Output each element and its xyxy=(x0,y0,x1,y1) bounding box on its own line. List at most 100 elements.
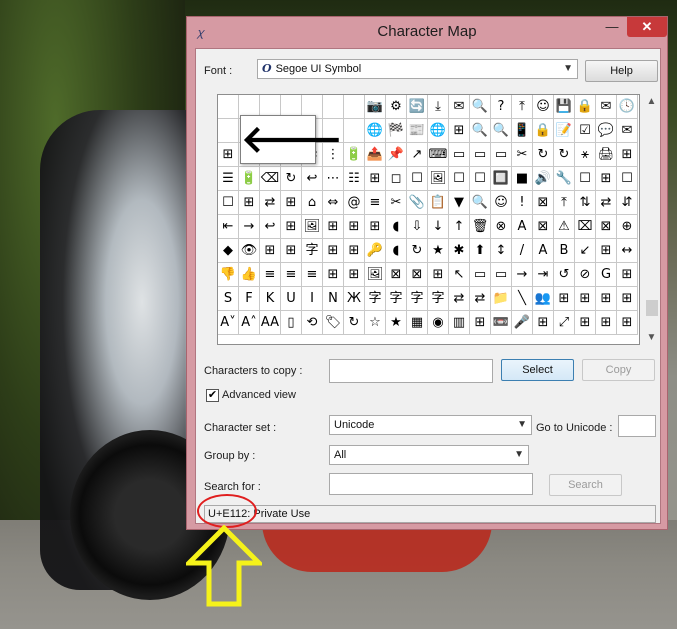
character-cell[interactable]: 字 xyxy=(386,287,407,311)
character-cell[interactable]: ⇩ xyxy=(407,215,428,239)
character-cell[interactable]: ⊞ xyxy=(260,239,281,263)
character-cell[interactable]: ⊞ xyxy=(470,311,491,335)
character-cell[interactable]: ⊞ xyxy=(596,167,617,191)
character-cell[interactable]: 🕓 xyxy=(617,95,638,119)
character-cell[interactable]: → xyxy=(239,215,260,239)
character-cell[interactable]: ▥ xyxy=(449,311,470,335)
character-cell[interactable]: ↖ xyxy=(449,263,470,287)
character-cell[interactable]: G xyxy=(596,263,617,287)
character-cell[interactable]: ⊕ xyxy=(617,215,638,239)
close-button[interactable]: ✕ xyxy=(627,17,667,37)
character-cell[interactable]: 📼 xyxy=(491,311,512,335)
character-cell[interactable]: ☐ xyxy=(218,191,239,215)
character-cell[interactable]: ⊞ xyxy=(344,239,365,263)
scroll-down-icon[interactable]: ▼ xyxy=(643,332,660,343)
character-cell[interactable]: 🖼 xyxy=(428,167,449,191)
character-cell[interactable]: ⊞ xyxy=(281,215,302,239)
character-cell[interactable]: ↗ xyxy=(407,143,428,167)
go-to-unicode-input[interactable] xyxy=(618,415,656,437)
character-cell[interactable]: 🔋 xyxy=(239,167,260,191)
character-cell[interactable]: A˅ xyxy=(218,311,239,335)
character-cell[interactable]: / xyxy=(512,239,533,263)
character-cell[interactable]: ▭ xyxy=(449,143,470,167)
character-cell[interactable]: ⌧ xyxy=(575,215,596,239)
character-cell[interactable]: 🔄 xyxy=(407,95,428,119)
character-cell[interactable]: ✂ xyxy=(386,191,407,215)
characters-to-copy-input[interactable] xyxy=(329,359,493,383)
scroll-up-icon[interactable]: ▲ xyxy=(643,96,660,107)
character-cell[interactable]: ↻ xyxy=(533,143,554,167)
character-cell[interactable]: ↑ xyxy=(449,215,470,239)
character-cell[interactable]: ↻ xyxy=(281,167,302,191)
title-bar[interactable]: ꭓ Character Map — ✕ xyxy=(187,17,667,47)
character-cell[interactable]: ⊠ xyxy=(533,215,554,239)
character-cell[interactable]: ↺ xyxy=(554,263,575,287)
character-cell[interactable]: ⤒ xyxy=(512,95,533,119)
character-cell[interactable]: ☐ xyxy=(449,167,470,191)
character-cell[interactable]: ⊞ xyxy=(365,167,386,191)
character-cell[interactable]: ☆ xyxy=(365,311,386,335)
character-set-dropdown[interactable]: Unicode ▼ xyxy=(329,415,532,435)
grid-scrollbar[interactable]: ▲ ▼ xyxy=(643,94,660,345)
character-cell[interactable]: 🔲 xyxy=(491,167,512,191)
character-cell[interactable]: ⤢ xyxy=(554,311,575,335)
character-cell[interactable]: ⊞ xyxy=(575,311,596,335)
select-button[interactable]: Select xyxy=(501,359,574,381)
character-cell[interactable]: 🔊 xyxy=(533,167,554,191)
character-cell[interactable]: ▼ xyxy=(449,191,470,215)
character-cell[interactable]: ⊞ xyxy=(281,239,302,263)
character-cell[interactable]: 📤 xyxy=(365,143,386,167)
character-cell[interactable]: ☷ xyxy=(344,167,365,191)
character-cell[interactable]: ✉ xyxy=(596,95,617,119)
character-cell[interactable]: ⇄ xyxy=(596,191,617,215)
character-cell[interactable]: A xyxy=(512,215,533,239)
character-cell[interactable]: ◻ xyxy=(386,167,407,191)
copy-button[interactable]: Copy xyxy=(582,359,655,381)
character-cell[interactable]: ◉ xyxy=(428,311,449,335)
character-cell[interactable]: ◖ xyxy=(386,215,407,239)
character-cell[interactable]: 📌 xyxy=(386,143,407,167)
character-cell[interactable]: @ xyxy=(344,191,365,215)
character-cell[interactable]: ✱ xyxy=(449,239,470,263)
character-cell[interactable]: 🔍 xyxy=(470,191,491,215)
character-cell[interactable]: 🖼 xyxy=(302,215,323,239)
group-by-dropdown[interactable]: All ▼ xyxy=(329,445,529,465)
minimize-button[interactable]: — xyxy=(599,17,625,37)
character-cell[interactable]: ⇵ xyxy=(617,191,638,215)
character-cell[interactable]: ↩ xyxy=(302,167,323,191)
character-cell[interactable]: ⊞ xyxy=(596,311,617,335)
character-cell[interactable]: ⊠ xyxy=(533,191,554,215)
character-cell[interactable]: 字 xyxy=(407,287,428,311)
character-cell[interactable]: 👥 xyxy=(533,287,554,311)
character-cell[interactable]: ! xyxy=(512,191,533,215)
character-cell[interactable]: 📷 xyxy=(365,95,386,119)
character-cell[interactable]: N xyxy=(323,287,344,311)
character-cell[interactable]: → xyxy=(512,263,533,287)
character-cell[interactable]: ◆ xyxy=(218,239,239,263)
character-cell[interactable]: 👎 xyxy=(218,263,239,287)
character-cell[interactable]: ⌂ xyxy=(302,191,323,215)
character-cell[interactable]: ⊞ xyxy=(596,239,617,263)
character-cell[interactable]: 👁 xyxy=(239,239,260,263)
character-cell[interactable]: ▭ xyxy=(491,263,512,287)
character-cell[interactable]: ⊞ xyxy=(533,311,554,335)
character-cell[interactable]: ≡ xyxy=(260,263,281,287)
character-cell[interactable]: ⊞ xyxy=(344,215,365,239)
character-cell[interactable]: ⚹ xyxy=(575,143,596,167)
character-cell[interactable]: 🔍 xyxy=(470,95,491,119)
character-cell[interactable]: 🔒 xyxy=(575,95,596,119)
character-cell[interactable] xyxy=(323,95,344,119)
character-cell[interactable]: ✉ xyxy=(617,119,638,143)
character-cell[interactable]: 🔒 xyxy=(533,119,554,143)
character-cell[interactable]: 🔍 xyxy=(470,119,491,143)
character-cell[interactable]: S xyxy=(218,287,239,311)
character-cell[interactable]: ↻ xyxy=(407,239,428,263)
character-cell[interactable]: ⊞ xyxy=(365,215,386,239)
character-cell[interactable]: ☰ xyxy=(218,167,239,191)
character-cell[interactable] xyxy=(344,119,365,143)
character-cell[interactable]: ≡ xyxy=(365,191,386,215)
character-cell[interactable] xyxy=(344,95,365,119)
character-cell[interactable]: 📝 xyxy=(554,119,575,143)
character-cell[interactable]: ■ xyxy=(512,167,533,191)
character-cell[interactable]: 🌐 xyxy=(365,119,386,143)
